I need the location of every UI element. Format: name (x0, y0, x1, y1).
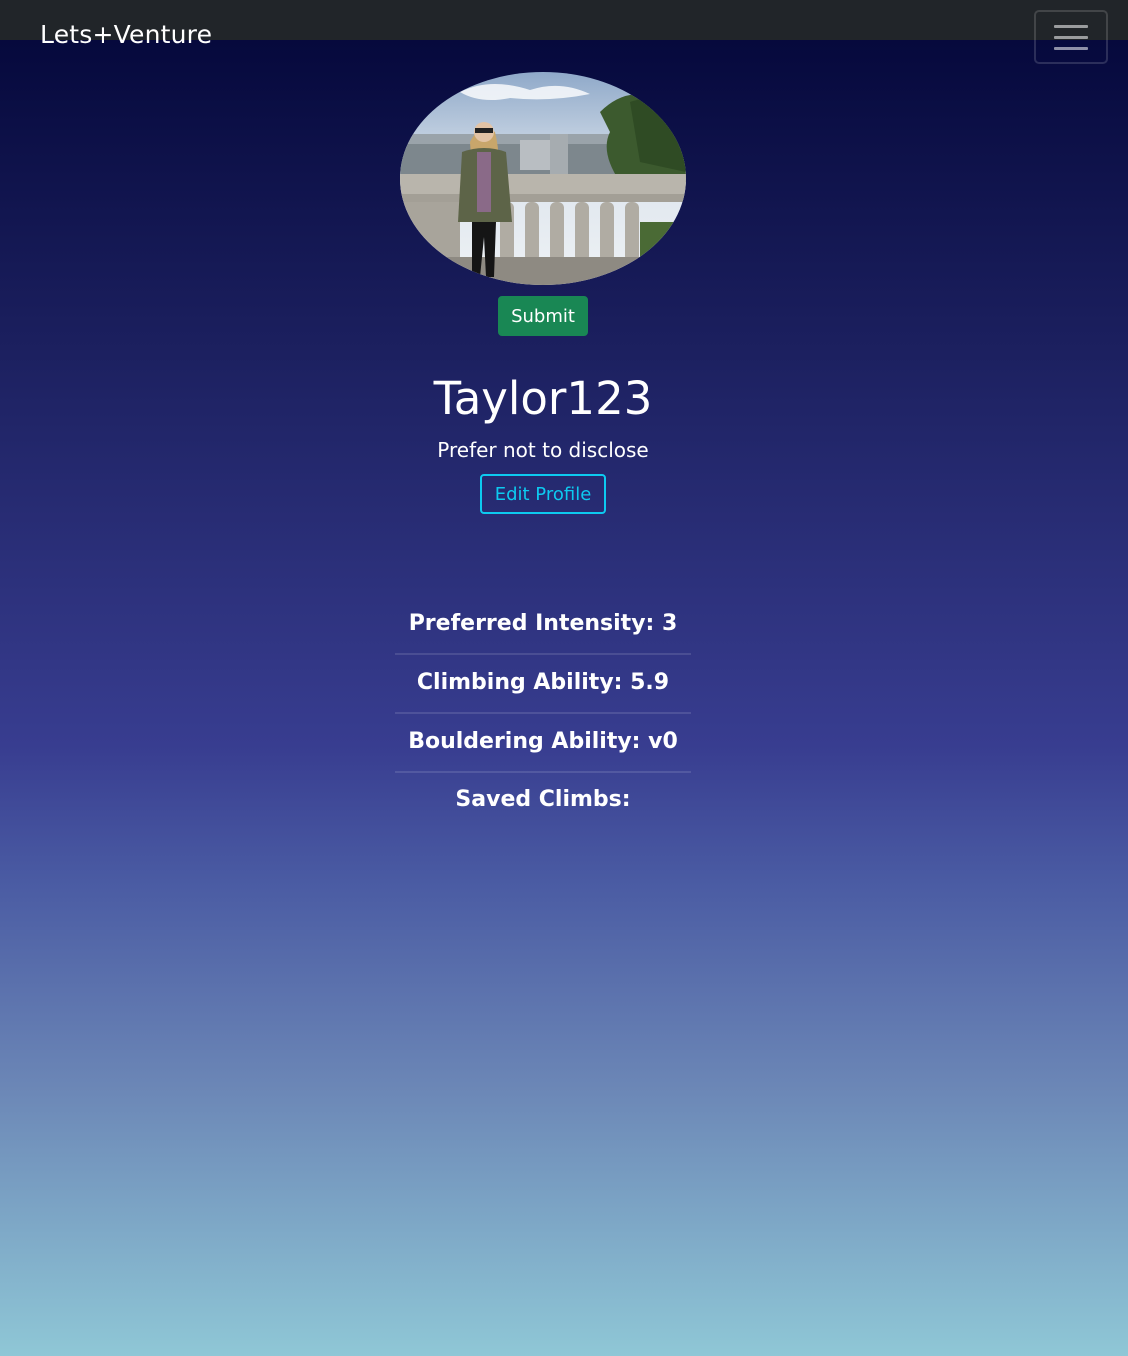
edit-profile-button[interactable]: Edit Profile (480, 474, 606, 514)
stat-saved-climbs: Saved Climbs: (455, 787, 631, 812)
profile-avatar (400, 72, 686, 285)
profile-username: Taylor123 (433, 372, 653, 425)
navbar-toggler-button[interactable] (1034, 10, 1108, 64)
hamburger-menu-icon-line (1054, 35, 1088, 39)
stat-climbing-ability: Climbing Ability: 5.9 (395, 655, 691, 714)
brand-logo[interactable]: Lets+Venture (40, 20, 212, 49)
profile-photo (400, 72, 686, 285)
profile-stats-list: Preferred Intensity: 3 Climbing Ability:… (395, 596, 691, 832)
stat-preferred-intensity: Preferred Intensity: 3 (395, 596, 691, 655)
profile-pronouns: Prefer not to disclose (437, 438, 649, 462)
submit-button[interactable]: Submit (498, 296, 588, 336)
hamburger-menu-icon-line (1054, 46, 1088, 50)
hamburger-menu-icon (1054, 24, 1088, 28)
stat-bouldering-ability: Bouldering Ability: v0 (395, 714, 691, 773)
